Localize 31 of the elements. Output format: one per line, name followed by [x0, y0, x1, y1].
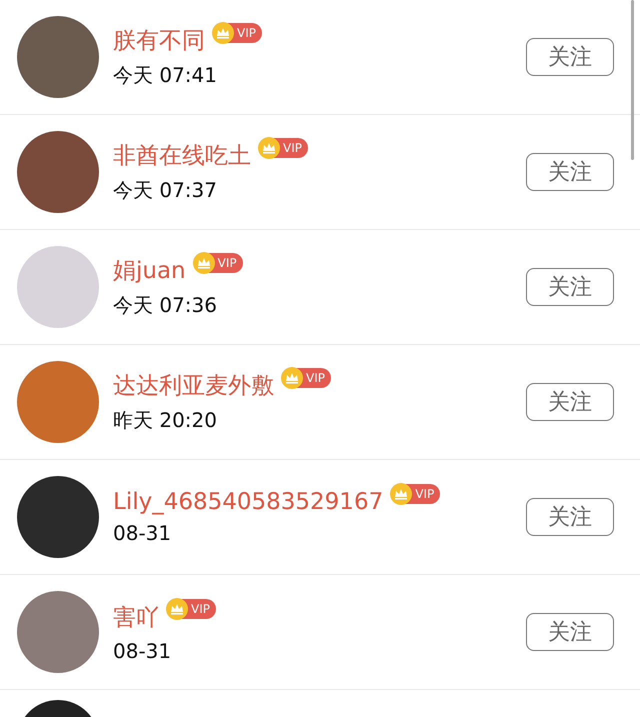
- user-name[interactable]: 害吖: [113, 602, 159, 632]
- scrollbar[interactable]: [631, 0, 634, 160]
- crown-icon: [281, 366, 303, 388]
- visit-time: 昨天 20:20: [113, 407, 218, 434]
- user-name[interactable]: 朕有不同: [113, 25, 205, 56]
- follow-button[interactable]: 关注: [526, 38, 614, 76]
- follow-button[interactable]: 关注: [526, 383, 614, 421]
- user-name[interactable]: Lily_468540583529167: [113, 489, 384, 515]
- follow-button[interactable]: 关注: [526, 498, 614, 536]
- visit-time: 今天 07:37: [113, 177, 218, 204]
- visit-time: 08-31: [113, 638, 172, 662]
- vip-badge: VIP: [259, 138, 308, 158]
- crown-icon: [390, 483, 412, 505]
- visit-time: 今天 07:36: [113, 292, 218, 319]
- follow-button[interactable]: 关注: [526, 613, 614, 651]
- crown-icon: [192, 252, 215, 274]
- crown-icon: [166, 598, 188, 620]
- vip-badge: VIP: [282, 368, 331, 388]
- vip-badge: VIP: [391, 484, 440, 504]
- user-name[interactable]: 娟juan: [113, 255, 186, 286]
- vip-badge: VIP: [213, 22, 262, 42]
- user-name[interactable]: 达达利亚麦外敷: [113, 370, 274, 401]
- crown-icon: [212, 22, 234, 44]
- visit-time: 今天 07:41: [113, 62, 218, 89]
- user-name[interactable]: 非酋在线吃土: [113, 140, 251, 171]
- visit-time: 08-31: [113, 521, 172, 545]
- crown-icon: [258, 136, 280, 158]
- follow-button[interactable]: 关注: [526, 153, 614, 191]
- vip-badge: VIP: [167, 599, 216, 619]
- follow-button[interactable]: 关注: [526, 268, 614, 306]
- vip-badge: VIP: [194, 252, 243, 272]
